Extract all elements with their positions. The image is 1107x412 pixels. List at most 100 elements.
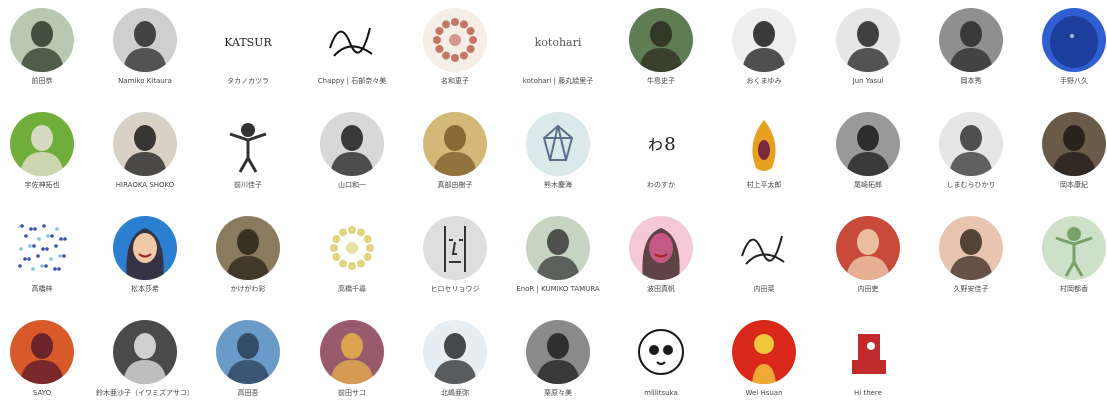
member-name[interactable]: 前田恭 bbox=[0, 77, 94, 86]
member-name[interactable]: 内田菜 bbox=[712, 285, 816, 294]
member-avatar[interactable] bbox=[113, 216, 177, 280]
member-card[interactable]: 岡本秀 bbox=[919, 0, 1023, 100]
member-avatar[interactable] bbox=[320, 112, 384, 176]
member-card[interactable]: 久野安佳子 bbox=[919, 208, 1023, 308]
member-card[interactable]: ゎ8 わのすか bbox=[609, 104, 713, 204]
member-avatar[interactable] bbox=[320, 320, 384, 384]
member-avatar[interactable] bbox=[320, 216, 384, 280]
member-card[interactable]: 手野八久 bbox=[1022, 0, 1107, 100]
member-card[interactable]: Chappy | 石部奈々美 bbox=[300, 0, 404, 100]
member-avatar[interactable] bbox=[423, 216, 487, 280]
member-card[interactable]: 宇佐神拓也 bbox=[0, 104, 94, 204]
member-avatar[interactable] bbox=[216, 216, 280, 280]
member-card[interactable]: HIRAOKA SHOKO bbox=[93, 104, 197, 204]
member-avatar[interactable] bbox=[836, 320, 900, 384]
member-card[interactable]: 尾崎拓郎 bbox=[816, 104, 920, 204]
member-avatar[interactable] bbox=[320, 8, 384, 72]
member-card[interactable]: 真部由樹子 bbox=[403, 104, 507, 204]
member-card[interactable]: 村岡都香 bbox=[1022, 208, 1107, 308]
member-name[interactable]: 岡本秀 bbox=[919, 77, 1023, 86]
member-name[interactable]: 村上平太郎 bbox=[712, 181, 816, 190]
member-name[interactable]: Wei Hsuan bbox=[712, 389, 816, 398]
member-card[interactable]: 村上平太郎 bbox=[712, 104, 816, 204]
member-card[interactable]: ヒロセリョウジ bbox=[403, 208, 507, 308]
member-name[interactable]: HIRAOKA SHOKO bbox=[93, 181, 197, 190]
member-name[interactable]: Chappy | 石部奈々美 bbox=[300, 77, 404, 86]
member-name[interactable]: 北嶋亜弥 bbox=[403, 389, 507, 398]
member-name[interactable]: 名和恵子 bbox=[403, 77, 507, 86]
member-avatar[interactable] bbox=[732, 216, 796, 280]
member-name[interactable]: 岡本康紀 bbox=[1022, 181, 1107, 190]
member-avatar[interactable] bbox=[732, 320, 796, 384]
member-name[interactable]: millitsuka bbox=[609, 389, 713, 398]
member-avatar[interactable] bbox=[629, 320, 693, 384]
member-card[interactable]: 前田サコ bbox=[300, 312, 404, 412]
member-avatar[interactable] bbox=[526, 320, 590, 384]
member-card[interactable]: Wei Hsuan bbox=[712, 312, 816, 412]
member-avatar[interactable] bbox=[836, 112, 900, 176]
member-avatar[interactable]: ゎ8 bbox=[629, 112, 693, 176]
member-name[interactable]: 熊木慶海 bbox=[506, 181, 610, 190]
member-card[interactable]: EnoR | KUMIKO TAMURA bbox=[506, 208, 610, 308]
member-card[interactable]: 北嶋亜弥 bbox=[403, 312, 507, 412]
member-name[interactable]: Hi there bbox=[816, 389, 920, 398]
member-name[interactable]: 高橋梓 bbox=[0, 285, 94, 294]
member-name[interactable]: ヒロセリョウジ bbox=[403, 285, 507, 294]
member-avatar[interactable] bbox=[1042, 8, 1106, 72]
member-card[interactable]: 牛島史子 bbox=[609, 0, 713, 100]
member-name[interactable]: Namiko Kitaura bbox=[93, 77, 197, 86]
member-avatar[interactable] bbox=[113, 112, 177, 176]
member-card[interactable]: 高橋千尋 bbox=[300, 208, 404, 308]
member-name[interactable]: 鈴木亜沙子（イワミズアサコ） bbox=[93, 389, 197, 398]
member-card[interactable]: 内田吏 bbox=[816, 208, 920, 308]
member-avatar[interactable]: kotohari bbox=[526, 8, 590, 72]
member-avatar[interactable] bbox=[629, 8, 693, 72]
member-avatar[interactable] bbox=[113, 8, 177, 72]
member-avatar[interactable] bbox=[10, 216, 74, 280]
member-name[interactable]: 栗原々美 bbox=[506, 389, 610, 398]
member-name[interactable]: 牛島史子 bbox=[609, 77, 713, 86]
member-name[interactable]: 内田吏 bbox=[816, 285, 920, 294]
member-avatar[interactable] bbox=[216, 112, 280, 176]
member-avatar[interactable] bbox=[939, 112, 1003, 176]
member-avatar[interactable] bbox=[423, 320, 487, 384]
member-name[interactable]: 松本莎希 bbox=[93, 285, 197, 294]
member-name[interactable]: わのすか bbox=[609, 181, 713, 190]
member-avatar[interactable] bbox=[423, 8, 487, 72]
member-avatar[interactable] bbox=[939, 216, 1003, 280]
member-avatar[interactable] bbox=[423, 112, 487, 176]
member-name[interactable]: 宇佐神拓也 bbox=[0, 181, 94, 190]
member-card[interactable]: 名和恵子 bbox=[403, 0, 507, 100]
member-avatar[interactable] bbox=[1042, 216, 1106, 280]
member-name[interactable]: 真部由樹子 bbox=[403, 181, 507, 190]
member-name[interactable]: おくまゆみ bbox=[712, 77, 816, 86]
member-card[interactable]: SAYO bbox=[0, 312, 94, 412]
member-name[interactable]: 前田サコ bbox=[300, 389, 404, 398]
member-name[interactable]: Jun Yasui bbox=[816, 77, 920, 86]
member-avatar[interactable] bbox=[1042, 112, 1106, 176]
member-name[interactable]: EnoR | KUMIKO TAMURA bbox=[506, 285, 610, 294]
member-card[interactable]: 高橋梓 bbox=[0, 208, 94, 308]
member-avatar[interactable] bbox=[10, 8, 74, 72]
member-card[interactable]: 鈴木亜沙子（イワミズアサコ） bbox=[93, 312, 197, 412]
member-name[interactable]: タカノカツラ bbox=[196, 77, 300, 86]
member-card[interactable]: 山口和一 bbox=[300, 104, 404, 204]
member-name[interactable]: 前川佳子 bbox=[196, 181, 300, 190]
member-card[interactable]: millitsuka bbox=[609, 312, 713, 412]
member-card[interactable]: しまむらひかり bbox=[919, 104, 1023, 204]
member-avatar[interactable] bbox=[836, 216, 900, 280]
member-name[interactable]: しまむらひかり bbox=[919, 181, 1023, 190]
member-card[interactable]: Hi there bbox=[816, 312, 920, 412]
member-card[interactable]: 前田恭 bbox=[0, 0, 94, 100]
member-card[interactable]: KATSUR タカノカツラ bbox=[196, 0, 300, 100]
member-avatar[interactable] bbox=[216, 320, 280, 384]
member-name[interactable]: 久野安佳子 bbox=[919, 285, 1023, 294]
member-name[interactable]: 村岡都香 bbox=[1022, 285, 1107, 294]
member-card[interactable]: かけがわ彩 bbox=[196, 208, 300, 308]
member-card[interactable]: 松本莎希 bbox=[93, 208, 197, 308]
member-card[interactable]: 岡本康紀 bbox=[1022, 104, 1107, 204]
member-card[interactable]: 前川佳子 bbox=[196, 104, 300, 204]
member-avatar[interactable] bbox=[629, 216, 693, 280]
member-name[interactable]: 尾崎拓郎 bbox=[816, 181, 920, 190]
member-name[interactable]: SAYO bbox=[0, 389, 94, 398]
